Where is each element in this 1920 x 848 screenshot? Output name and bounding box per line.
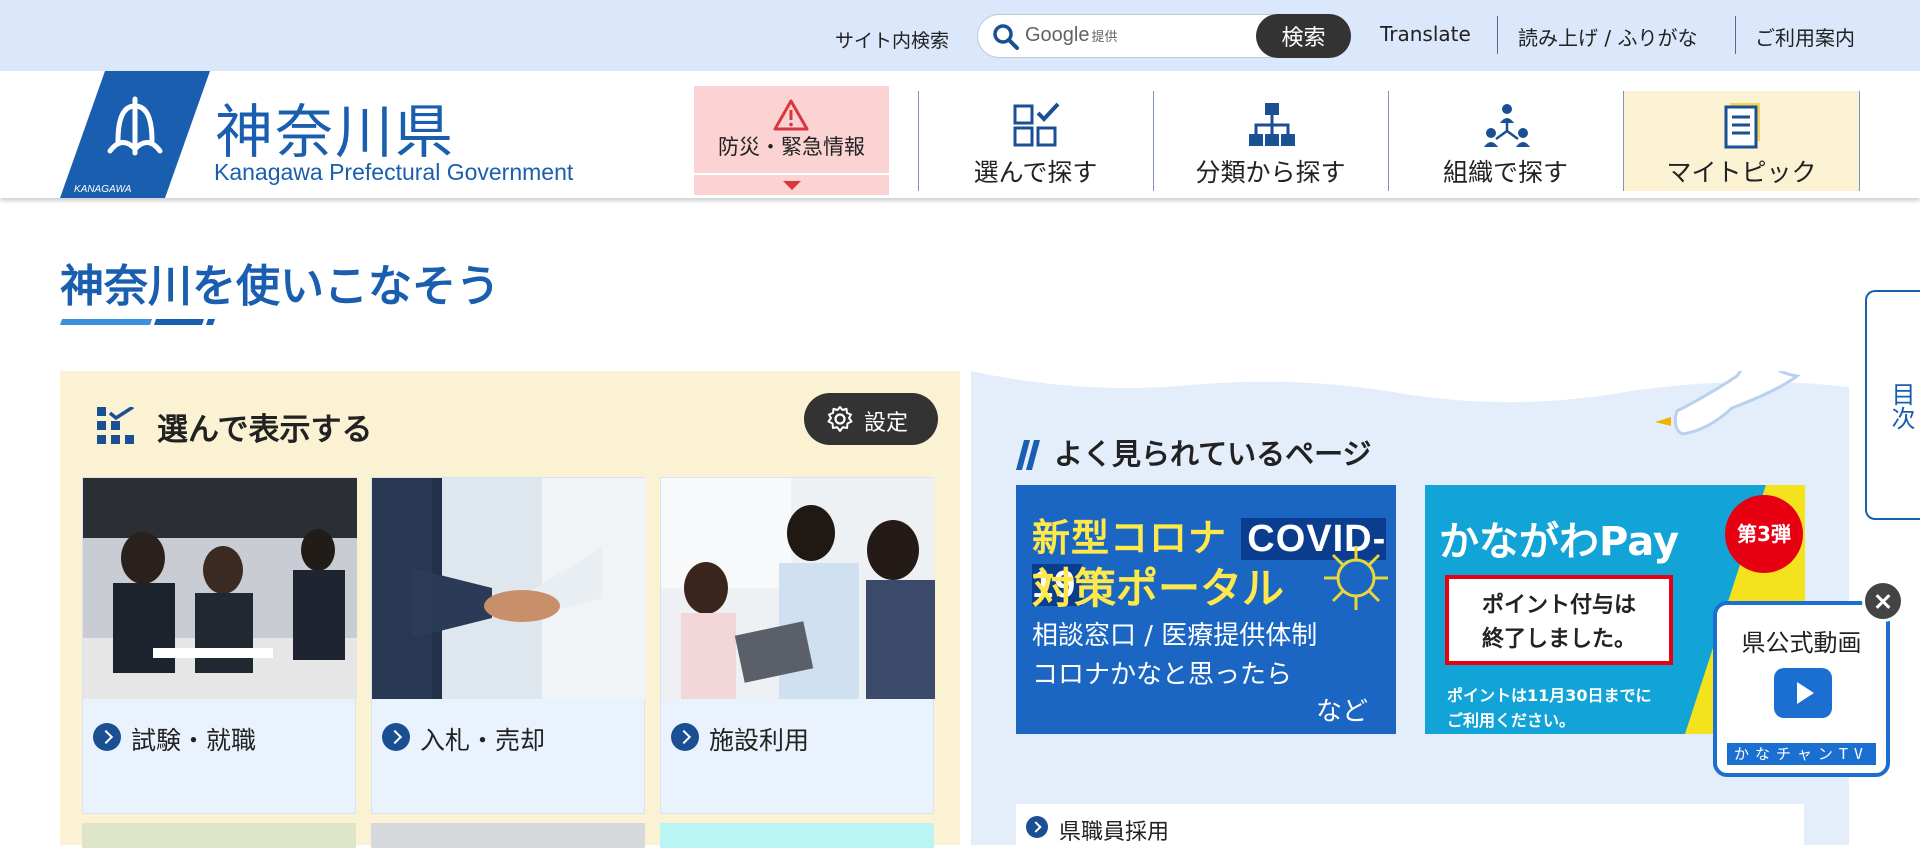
nav-label: 組織で探す bbox=[1442, 158, 1568, 187]
popular-pages-title: よく見られているページ bbox=[1054, 437, 1372, 471]
handshake-photo bbox=[372, 478, 646, 699]
document-icon bbox=[1724, 103, 1760, 149]
card-peek[interactable] bbox=[660, 823, 934, 848]
play-icon[interactable] bbox=[1774, 668, 1832, 718]
nav-organization-search[interactable]: 組織で探す bbox=[1388, 91, 1623, 191]
list-item-label: 県職員採用 bbox=[1059, 820, 1170, 845]
usage-guide-link[interactable]: ご利用案内 bbox=[1755, 22, 1855, 51]
site-logo-title[interactable]: 神奈川県 bbox=[215, 85, 455, 169]
channel-label: かなチャンTV bbox=[1727, 743, 1876, 765]
top-utility-bar: サイト内検索 Google 提供 検索 Translate 読み上げ / ふりがな… bbox=[0, 0, 1920, 71]
banner-footnote: ポイントは11月30日までに bbox=[1447, 686, 1652, 705]
card-peek[interactable] bbox=[371, 823, 645, 848]
double-slash-icon bbox=[1016, 440, 1040, 470]
hierarchy-icon bbox=[1249, 103, 1295, 146]
virus-icon bbox=[1324, 546, 1388, 610]
exam-photo bbox=[83, 478, 357, 699]
search-icon bbox=[993, 24, 1019, 50]
nav-my-topic[interactable]: マイトピック bbox=[1624, 91, 1859, 191]
emergency-info-button[interactable]: 防災・緊急情報 bbox=[694, 86, 889, 195]
organization-icon bbox=[1484, 104, 1530, 147]
banner-line: 相談窓口 / 医療提供体制 bbox=[1032, 621, 1318, 651]
banner-line: など bbox=[1316, 697, 1369, 727]
read-aloud-link[interactable]: 読み上げ / ふりがな bbox=[1518, 22, 1697, 51]
seagull-icon bbox=[1655, 371, 1801, 436]
warning-icon bbox=[773, 99, 809, 131]
site-search-label: サイト内検索 bbox=[835, 30, 950, 52]
panel-title: 選んで表示する bbox=[157, 412, 373, 448]
search-placeholder: Google 提供 bbox=[1025, 24, 1118, 46]
nav-category-search[interactable]: 分類から探す bbox=[1153, 91, 1388, 191]
banner-footnote: ご利用ください。 bbox=[1447, 711, 1576, 730]
banner-line: 対策ポータル bbox=[1032, 564, 1285, 613]
svg-text:KANAGAWA: KANAGAWA bbox=[74, 184, 132, 195]
card-label: 入札・売却 bbox=[420, 726, 546, 755]
title-underline bbox=[60, 319, 215, 325]
checklist-icon bbox=[1013, 102, 1060, 147]
card-exam-employment[interactable]: 試験・就職 bbox=[82, 477, 357, 814]
card-facility-use[interactable]: 施設利用 bbox=[660, 477, 935, 814]
toc-label: 目次 bbox=[1887, 382, 1915, 430]
search-button[interactable]: 検索 bbox=[1256, 14, 1351, 58]
customizable-panel: 選んで表示する 設定 試験・就職 入札・売却 施設利用 bbox=[60, 371, 960, 848]
divider bbox=[1735, 16, 1736, 54]
page-title: 神奈川を使いこなそう bbox=[60, 261, 500, 312]
translate-link[interactable]: Translate bbox=[1380, 22, 1471, 46]
card-label: 施設利用 bbox=[709, 726, 810, 755]
divider bbox=[1497, 16, 1498, 54]
card-label: 試験・就職 bbox=[131, 726, 257, 755]
nav-label: マイトピック bbox=[1666, 158, 1817, 187]
kanagawa-logo-icon[interactable]: KANAGAWA bbox=[60, 71, 210, 198]
list-item-staff-recruitment[interactable]: 県職員採用 bbox=[1016, 804, 1804, 845]
banner-title: かながわPay bbox=[1439, 519, 1680, 565]
settings-button[interactable]: 設定 bbox=[804, 393, 938, 445]
card-bidding-sales[interactable]: 入札・売却 bbox=[371, 477, 646, 814]
site-header: KANAGAWA 神奈川県 Kanagawa Prefectural Gover… bbox=[0, 71, 1920, 198]
banner-line: コロナかなと思ったら bbox=[1032, 660, 1293, 690]
video-widget-title: 県公式動画 bbox=[1741, 629, 1862, 657]
chevron-right-icon bbox=[671, 723, 699, 751]
notice-box: ポイント付与は 終了しました。 bbox=[1445, 575, 1673, 665]
table-of-contents-tab[interactable]: 目次 bbox=[1865, 290, 1920, 520]
close-icon[interactable] bbox=[1862, 580, 1904, 622]
checklist-icon bbox=[97, 407, 134, 444]
chevron-right-icon bbox=[1026, 816, 1048, 838]
covid-portal-banner[interactable]: 新型コロナ COVID-19 対策ポータル 相談窓口 / 医療提供体制 コロナか… bbox=[1016, 485, 1396, 734]
caret-down-icon bbox=[783, 181, 801, 190]
settings-label: 設定 bbox=[864, 411, 909, 436]
divider bbox=[1859, 91, 1860, 191]
site-logo-subtitle: Kanagawa Prefectural Government bbox=[214, 159, 574, 185]
family-tablet-photo bbox=[661, 478, 935, 699]
official-video-widget[interactable]: 県公式動画 かなチャンTV bbox=[1713, 601, 1890, 777]
chevron-right-icon bbox=[382, 723, 410, 751]
emergency-label: 防災・緊急情報 bbox=[718, 135, 865, 159]
nav-select-search[interactable]: 選んで探す bbox=[918, 91, 1153, 191]
nav-label: 選んで探す bbox=[973, 158, 1098, 187]
divider bbox=[694, 173, 889, 175]
gear-icon bbox=[827, 406, 853, 432]
card-peek[interactable] bbox=[82, 823, 356, 848]
chevron-right-icon bbox=[93, 723, 121, 751]
phase-badge: 第3弾 bbox=[1725, 495, 1803, 573]
nav-label: 分類から探す bbox=[1195, 158, 1346, 187]
